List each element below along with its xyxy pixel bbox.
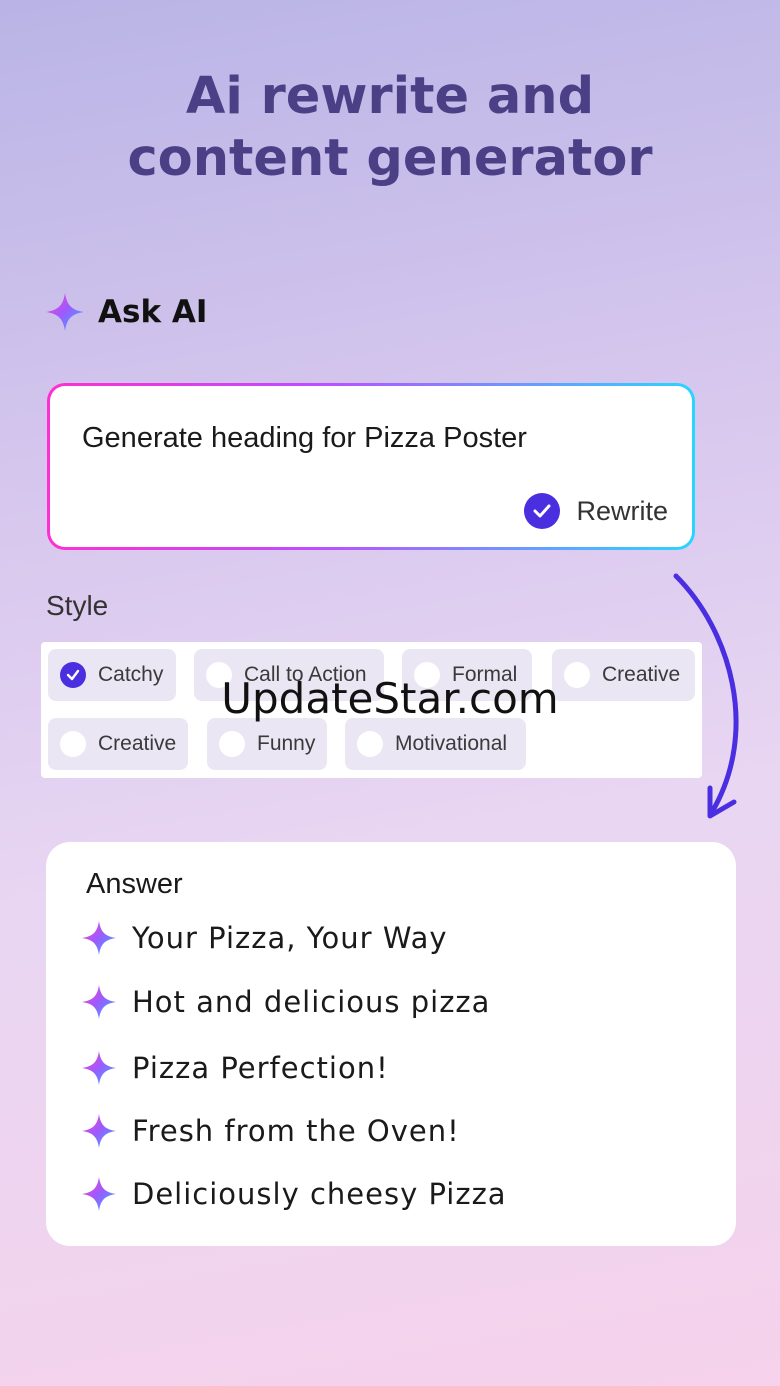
sparkle-icon <box>82 1177 116 1211</box>
answer-item[interactable]: Pizza Perfection! <box>82 1050 389 1086</box>
chip-label: Motivational <box>395 732 508 755</box>
sparkle-icon <box>82 921 116 955</box>
answer-card: Answer Your Pizza, Your Way Hot and deli… <box>46 842 736 1246</box>
rewrite-label: Rewrite <box>576 495 668 526</box>
sparkle-icon <box>82 1114 116 1148</box>
sparkle-icon <box>46 293 84 331</box>
ask-ai-header: Ask AI <box>46 292 207 332</box>
chip-creative-2[interactable]: Creative <box>48 718 188 770</box>
chip-label: Funny <box>257 732 316 755</box>
chip-funny[interactable]: Funny <box>207 718 327 770</box>
watermark-text: UpdateStar.com <box>221 674 559 723</box>
answer-title: Answer <box>86 868 183 900</box>
prompt-text[interactable]: Generate heading for Pizza Poster <box>82 422 527 455</box>
rewrite-toggle[interactable]: Rewrite <box>524 493 668 529</box>
answer-text: Deliciously cheesy Pizza <box>132 1177 507 1211</box>
answer-text: Pizza Perfection! <box>132 1051 389 1085</box>
prompt-input-box[interactable]: Generate heading for Pizza Poster Rewrit… <box>47 383 695 550</box>
answer-item[interactable]: Hot and delicious pizza <box>82 984 490 1020</box>
page-headline: Ai rewrite and content generator <box>0 66 780 190</box>
headline-line-2: content generator <box>127 129 653 188</box>
answer-item[interactable]: Deliciously cheesy Pizza <box>82 1176 507 1212</box>
chip-motivational[interactable]: Motivational <box>345 718 526 770</box>
answer-text: Hot and delicious pizza <box>132 985 491 1019</box>
answer-text: Your Pizza, Your Way <box>132 921 448 955</box>
headline-line-1: Ai rewrite and <box>185 67 595 126</box>
style-label: Style <box>46 590 109 621</box>
chip-label: Creative <box>98 732 177 755</box>
ask-ai-label: Ask AI <box>98 294 208 330</box>
sparkle-icon <box>82 985 116 1019</box>
check-icon[interactable] <box>524 493 561 529</box>
answer-item[interactable]: Your Pizza, Your Way <box>82 920 448 956</box>
answer-item[interactable]: Fresh from the Oven! <box>82 1113 460 1149</box>
sparkle-icon <box>82 1051 116 1085</box>
radio-icon <box>60 731 86 757</box>
radio-icon <box>357 731 383 757</box>
radio-icon <box>219 731 245 757</box>
answer-text: Fresh from the Oven! <box>132 1114 460 1148</box>
